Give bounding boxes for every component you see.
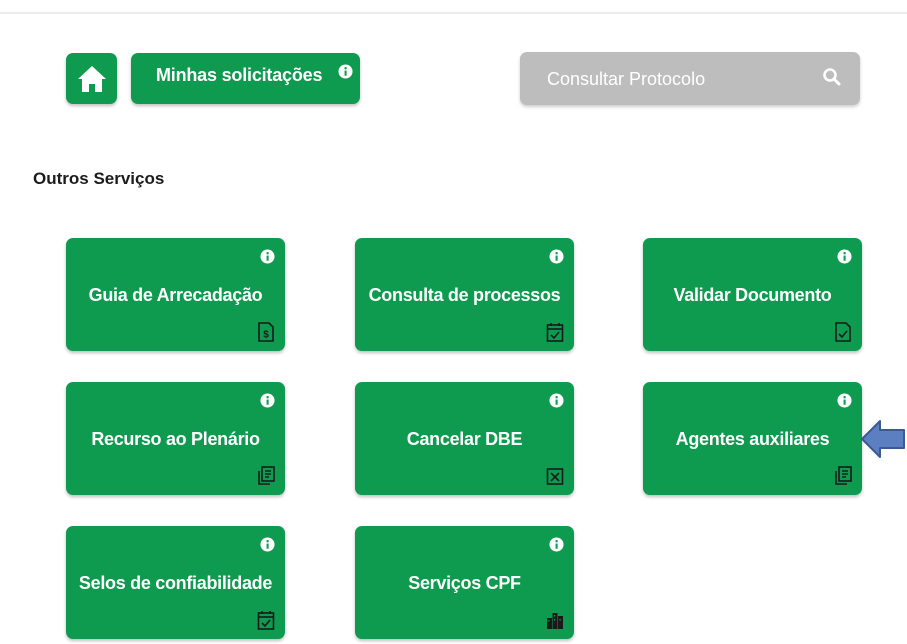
card-servicos-cpf[interactable]: Serviços CPF [355, 526, 574, 639]
top-divider [0, 12, 907, 14]
card-label: Validar Documento [673, 284, 832, 305]
card-label: Agentes auxiliares [675, 428, 830, 449]
my-requests-button[interactable]: Minhas solicitações [131, 53, 360, 104]
search-icon[interactable] [822, 67, 842, 87]
card-label: Recurso ao Plenário [91, 428, 260, 449]
left-arrow-icon [861, 420, 905, 458]
search-placeholder[interactable]: Consultar Protocolo [547, 69, 705, 90]
card-selos-confiabilidade[interactable]: Selos de confiabilidade [66, 526, 285, 639]
home-button[interactable] [66, 53, 117, 104]
cancel-box-icon [546, 468, 564, 485]
card-label: Cancelar DBE [406, 428, 523, 449]
card-guia-arrecadacao[interactable]: Guia de Arrecadação $ [66, 238, 285, 351]
my-requests-label: Minhas solicitações [156, 65, 323, 85]
money-document-icon: $ [258, 322, 274, 342]
protocol-search[interactable]: Consultar Protocolo [520, 52, 860, 105]
card-consulta-processos[interactable]: Consulta de processos [355, 238, 574, 351]
page: Minhas solicitações Consultar Protocolo … [0, 0, 907, 644]
card-label: Selos de confiabilidade [78, 572, 273, 593]
card-label: Guia de Arrecadação [88, 284, 263, 305]
card-agentes-auxiliares[interactable]: Agentes auxiliares [643, 382, 862, 495]
card-label: Consulta de processos [368, 284, 561, 305]
calendar-check-icon [546, 323, 564, 342]
documents-list-icon [835, 466, 852, 485]
card-recurso-plenario[interactable]: Recurso ao Plenário [66, 382, 285, 495]
svg-text:$: $ [263, 330, 269, 341]
card-label: Serviços CPF [408, 572, 521, 593]
section-title: Outros Serviços [33, 169, 165, 188]
home-icon [77, 65, 106, 92]
buildings-icon [547, 613, 563, 629]
calendar-check-icon [257, 611, 275, 630]
info-icon[interactable] [338, 64, 353, 79]
documents-list-icon [258, 466, 275, 485]
card-validar-documento[interactable]: Validar Documento [643, 238, 862, 351]
document-check-icon [835, 322, 851, 342]
card-cancelar-dbe[interactable]: Cancelar DBE [355, 382, 574, 495]
